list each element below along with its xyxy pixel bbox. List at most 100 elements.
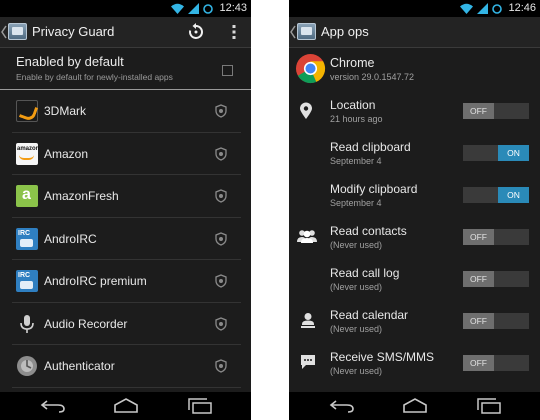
app-name: Audio Recorder — [44, 316, 128, 331]
read-calendar-toggle[interactable]: OFF — [463, 313, 529, 329]
status-bar: 12:46 — [289, 0, 540, 17]
navigation-bar — [0, 392, 251, 420]
op-title: Receive SMS/MMS — [330, 350, 435, 364]
shield-icon[interactable] — [215, 189, 227, 203]
home-icon[interactable] — [401, 397, 429, 415]
app-ops-screen: 12:46 App ops Chrome version 29.0.1547.7… — [289, 0, 540, 420]
page-title: Privacy Guard — [32, 24, 115, 39]
3dmark-icon — [16, 100, 38, 122]
app-header: Chrome version 29.0.1547.72 — [289, 48, 540, 90]
shield-icon[interactable] — [215, 104, 227, 118]
list-item-app[interactable]: a AmazonFresh — [12, 175, 241, 218]
recent-apps-icon[interactable] — [186, 397, 214, 415]
action-bar: Privacy Guard — [0, 17, 251, 48]
app-name: AndroIRC premium — [44, 274, 147, 288]
receive-sms-toggle[interactable]: OFF — [463, 355, 529, 371]
enabled-by-default-title: Enabled by default — [16, 54, 124, 69]
op-title: Location — [330, 98, 376, 112]
toggle-state: OFF — [463, 313, 494, 329]
contacts-icon — [297, 230, 317, 243]
shield-icon[interactable] — [215, 146, 227, 161]
up-caret-icon[interactable] — [1, 25, 7, 39]
op-subtitle: September 4 — [330, 156, 382, 166]
location-toggle[interactable]: OFF — [463, 103, 529, 119]
app-name: Amazon — [44, 146, 89, 161]
app-name: AndroIRC — [44, 231, 97, 246]
settings-app-icon[interactable] — [8, 23, 27, 40]
op-row-modify-clipboard[interactable]: Modify clipboard September 4 ON — [289, 174, 540, 216]
op-title: Modify clipboard — [330, 182, 418, 196]
enabled-by-default-checkbox[interactable] — [222, 65, 233, 76]
back-icon[interactable] — [38, 397, 68, 415]
privacy-guard-screen: 12:43 Privacy Guard Enabled by default E… — [0, 0, 251, 420]
op-row-location[interactable]: Location 21 hours ago OFF — [289, 90, 540, 132]
toggle-state: OFF — [463, 271, 494, 287]
toggle-state: ON — [498, 145, 529, 161]
back-icon[interactable] — [327, 397, 357, 415]
status-bar: 12:43 — [0, 0, 251, 17]
androirc-icon-bubble — [20, 238, 33, 247]
app-name: 3DMark — [44, 104, 87, 118]
op-title: Read clipboard — [330, 140, 411, 154]
list-item-app[interactable]: IRC AndroIRC premium — [12, 260, 241, 303]
chrome-logo-icon — [295, 53, 326, 84]
list-item-app[interactable]: IRC AndroIRC — [12, 218, 241, 260]
app-version: version 29.0.1547.72 — [330, 72, 415, 82]
shield-icon[interactable] — [215, 274, 227, 288]
location-pin-icon — [300, 102, 312, 119]
modify-clipboard-toggle[interactable]: ON — [463, 187, 529, 203]
signal-icon — [188, 3, 200, 14]
toggle-state: OFF — [463, 355, 494, 371]
op-title: Read call log — [330, 266, 400, 280]
app-name: AmazonFresh — [44, 189, 119, 203]
toggle-state: OFF — [463, 103, 494, 119]
read-contacts-toggle[interactable]: OFF — [463, 229, 529, 245]
enabled-by-default-row[interactable]: Enabled by default Enable by default for… — [0, 48, 251, 90]
op-subtitle: September 4 — [330, 198, 382, 208]
op-subtitle: (Never used) — [330, 324, 383, 334]
app-ops-list: Chrome version 29.0.1547.72 Location 21 … — [289, 48, 540, 392]
amazonfresh-icon-text: a — [22, 186, 31, 203]
home-icon[interactable] — [112, 397, 140, 415]
app-name: Chrome — [330, 56, 375, 70]
settings-app-icon[interactable] — [297, 23, 316, 40]
list-item-app[interactable]: amazon Amazon — [12, 133, 241, 175]
calendar-person-icon — [301, 313, 315, 328]
reset-icon[interactable] — [187, 23, 205, 41]
recent-apps-icon[interactable] — [475, 397, 503, 415]
op-subtitle: (Never used) — [330, 282, 383, 292]
read-clipboard-toggle[interactable]: ON — [463, 145, 529, 161]
shield-icon[interactable] — [215, 316, 227, 331]
op-row-read-contacts[interactable]: Read contacts (Never used) OFF — [289, 216, 540, 258]
navigation-bar — [289, 392, 540, 420]
list-item-app[interactable]: Authenticator — [12, 345, 241, 388]
op-row-read-clipboard[interactable]: Read clipboard September 4 ON — [289, 132, 540, 174]
wifi-icon — [171, 3, 185, 14]
amazon-icon-text: amazon — [17, 145, 40, 152]
status-time: 12:43 — [219, 2, 247, 14]
toggle-state: ON — [498, 187, 529, 203]
op-title: Read calendar — [330, 308, 409, 322]
sms-icon — [301, 355, 315, 369]
enabled-by-default-subtitle: Enable by default for newly-installed ap… — [16, 72, 173, 82]
op-row-read-call-log[interactable]: Read call log (Never used) OFF — [289, 258, 540, 300]
app-list: Enabled by default Enable by default for… — [0, 48, 251, 392]
status-time: 12:46 — [508, 2, 536, 14]
op-row-read-calendar[interactable]: Read calendar (Never used) OFF — [289, 300, 540, 342]
page-title: App ops — [321, 24, 369, 39]
overflow-menu-icon[interactable] — [225, 23, 243, 41]
list-item-app[interactable]: Audio Recorder — [12, 303, 241, 345]
up-caret-icon[interactable] — [290, 25, 296, 39]
androirc-premium-icon-text: IRC — [18, 272, 31, 279]
op-subtitle: (Never used) — [330, 240, 383, 250]
shield-icon[interactable] — [215, 359, 227, 373]
op-row-receive-sms[interactable]: Receive SMS/MMS (Never used) OFF — [289, 342, 540, 384]
op-subtitle: 21 hours ago — [330, 114, 383, 124]
androirc-premium-icon-bubble — [20, 281, 33, 289]
shield-icon[interactable] — [215, 231, 227, 246]
op-title: Read contacts — [330, 224, 407, 238]
androirc-icon: IRC — [16, 227, 38, 250]
androirc-premium-icon: IRC — [16, 270, 38, 292]
read-call-log-toggle[interactable]: OFF — [463, 271, 529, 287]
list-item-app[interactable]: 3DMark — [12, 90, 241, 133]
